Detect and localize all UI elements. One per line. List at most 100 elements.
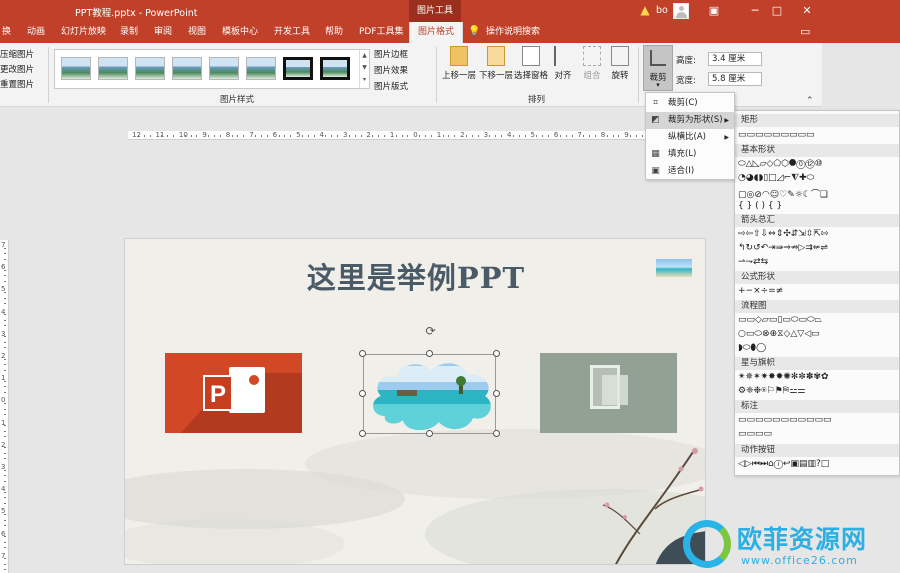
tab-record[interactable]: 录制 bbox=[120, 22, 138, 43]
gallery-scroll[interactable]: ▲ ▼ ▾ bbox=[359, 50, 369, 88]
resize-handle[interactable] bbox=[359, 430, 366, 437]
resize-handle[interactable] bbox=[493, 430, 500, 437]
powerpoint-logo-picture[interactable]: P bbox=[165, 353, 302, 433]
tab-animations[interactable]: 动画 bbox=[27, 22, 45, 43]
tab-pdf-tools[interactable]: PDF工具集 bbox=[359, 22, 404, 43]
style-thumb[interactable] bbox=[172, 57, 202, 80]
ruler-tick bbox=[4, 430, 6, 432]
crop-button[interactable]: 裁剪 ▾ bbox=[643, 45, 673, 91]
ruler-label: 6 bbox=[553, 131, 559, 139]
shape-row[interactable]: ◁▷⏮⏭⌂ⓘ↩▣▤▥?□ bbox=[738, 459, 898, 470]
section-flowchart: 流程图 bbox=[735, 300, 899, 313]
picture-layout-button[interactable]: 图片版式 bbox=[374, 80, 408, 92]
resize-handle[interactable] bbox=[426, 430, 433, 437]
ruler-tick bbox=[313, 135, 315, 137]
vertical-ruler[interactable]: 765432101234567 bbox=[0, 240, 9, 573]
picture-effects-button[interactable]: 图片效果 bbox=[374, 64, 408, 76]
menu-item-crop[interactable]: ⌗ 裁剪(C) bbox=[646, 95, 734, 112]
width-field[interactable]: 5.8 厘米 bbox=[708, 72, 762, 86]
shape-row[interactable]: ▭▭▭▭▭▭▭▭▭▭▭ bbox=[738, 415, 898, 426]
picture-border-button[interactable]: 图片边框 bbox=[374, 48, 408, 60]
menu-item-aspect-ratio[interactable]: 纵横比(A) ▶ bbox=[646, 129, 734, 146]
collapse-ribbon-icon[interactable]: ⌃ bbox=[806, 96, 814, 106]
resize-handle[interactable] bbox=[493, 390, 500, 397]
shape-row[interactable]: { } ( ) { } bbox=[738, 201, 898, 212]
cloud-cropped-beach-picture[interactable] bbox=[367, 356, 496, 432]
shape-row[interactable]: ▭▭◇▱▭▯▭⬭▭⬭⏢ bbox=[738, 315, 898, 326]
section-stars-banners: 星与旗帜 bbox=[735, 357, 899, 370]
avatar[interactable] bbox=[673, 3, 689, 19]
selection-pane-button[interactable]: 选择窗格 bbox=[514, 46, 548, 81]
ruler-label: 8 bbox=[225, 131, 231, 139]
style-thumb[interactable] bbox=[98, 57, 128, 80]
shape-row[interactable]: ○▭⬭⊗⊕⧖◇△▽◁▭ bbox=[738, 329, 898, 340]
shape-row[interactable]: ⚙❈❉⍟⚐⚑⛿⚍⚌ bbox=[738, 386, 898, 397]
shape-row[interactable]: ⇨⇦⇧⇩⇔⇕✣⇵⇲⇳⇱⇰ bbox=[738, 229, 898, 240]
style-thumb[interactable] bbox=[209, 57, 239, 80]
shape-row[interactable]: +−×÷=≠ bbox=[738, 286, 898, 297]
picture-styles-gallery[interactable]: ▲ ▼ ▾ bbox=[54, 49, 370, 89]
send-backward-button[interactable]: 下移一层 bbox=[478, 46, 514, 81]
shape-row[interactable]: ▭▭▭▭ bbox=[738, 429, 898, 440]
tab-transitions[interactable]: 换 bbox=[2, 22, 11, 43]
menu-item-crop-to-shape[interactable]: ◩ 裁剪为形状(S) ▶ bbox=[646, 112, 734, 129]
tab-slideshow[interactable]: 幻灯片放映 bbox=[61, 22, 106, 43]
style-thumb[interactable] bbox=[320, 57, 350, 80]
ruler-tick bbox=[4, 347, 6, 349]
resize-handle[interactable] bbox=[359, 350, 366, 357]
ruler-tick bbox=[149, 135, 151, 137]
tab-review[interactable]: 审阅 bbox=[154, 22, 172, 43]
tab-template-center[interactable]: 模板中心 bbox=[222, 22, 258, 43]
resize-handle[interactable] bbox=[426, 350, 433, 357]
style-thumb[interactable] bbox=[283, 57, 313, 80]
reset-picture-button[interactable]: 重置图片 bbox=[0, 78, 34, 90]
tell-me-search[interactable]: 操作说明搜索 bbox=[486, 22, 540, 43]
shape-row[interactable]: ⬭△◺▱◇⬠⬡⯃⓪⑫⑩ bbox=[738, 159, 898, 170]
ruler-tick bbox=[4, 258, 6, 260]
ruler-tick bbox=[407, 135, 409, 137]
shapes-gallery: 矩形 ▭▭▭▭▭▭▭▭▭ 基本形状 ⬭△◺▱◇⬠⬡⯃⓪⑫⑩ ◔◕◖◗▯□◿⌐⧨✚… bbox=[734, 110, 900, 476]
maximize-button[interactable]: □ bbox=[761, 0, 793, 22]
small-beach-picture[interactable] bbox=[656, 259, 692, 277]
comment-icon[interactable]: ▭ bbox=[800, 25, 810, 38]
ribbon-display-icon[interactable]: ▣ bbox=[698, 0, 730, 22]
shape-row[interactable]: ◔◕◖◗▯□◿⌐⧨✚⬭ bbox=[738, 173, 898, 184]
fill-icon: ▦ bbox=[651, 149, 660, 159]
menu-item-fit[interactable]: ▣ 适合(I) bbox=[646, 163, 734, 180]
warning-icon[interactable]: ▲ bbox=[638, 3, 652, 17]
tab-view[interactable]: 视图 bbox=[188, 22, 206, 43]
powerpoint-p-icon: P bbox=[203, 375, 233, 411]
shape-row[interactable]: ▢◎⊘◠☺♡✎☼☾⌒❏ bbox=[738, 187, 898, 200]
slide-canvas[interactable]: 这里是举例PPT P ⟳ bbox=[124, 238, 706, 565]
change-picture-button[interactable]: 更改图片 bbox=[0, 63, 34, 75]
style-thumb[interactable] bbox=[61, 57, 91, 80]
shape-row[interactable]: ↰↻↺↶⇥⇛⇒⇏▷⇉⇍⇌ bbox=[738, 243, 898, 254]
resize-handle[interactable] bbox=[359, 390, 366, 397]
tab-help[interactable]: 帮助 bbox=[325, 22, 343, 43]
style-thumb[interactable] bbox=[246, 57, 276, 80]
user-name[interactable]: bo bbox=[656, 5, 668, 16]
send-backward-label: 下移一层 bbox=[478, 71, 513, 81]
shape-row[interactable]: ⇀⇁⇄⇆ bbox=[738, 257, 898, 268]
faded-logo-picture[interactable] bbox=[540, 353, 677, 433]
ruler-tick bbox=[4, 469, 6, 471]
tab-developer[interactable]: 开发工具 bbox=[274, 22, 310, 43]
align-button[interactable]: 对齐 bbox=[552, 46, 574, 81]
menu-item-fill[interactable]: ▦ 填充(L) bbox=[646, 146, 734, 163]
style-thumb[interactable] bbox=[135, 57, 165, 80]
rotate-button[interactable]: 旋转 bbox=[609, 46, 631, 81]
close-button[interactable]: ✕ bbox=[791, 0, 823, 22]
rotate-handle-icon[interactable]: ⟳ bbox=[424, 325, 437, 338]
ruler-tick bbox=[4, 336, 6, 338]
shape-row[interactable]: ◗⬭⬮◯ bbox=[738, 343, 898, 354]
shape-row[interactable]: ▭▭▭▭▭▭▭▭▭ bbox=[738, 130, 898, 141]
tab-picture-format[interactable]: 图片格式 bbox=[409, 22, 464, 43]
slide-title[interactable]: 这里是举例PPT bbox=[125, 255, 705, 297]
resize-handle[interactable] bbox=[493, 350, 500, 357]
shape-row[interactable]: ✴✵✶✷✸✹✺✻✼✽✾✿ bbox=[738, 372, 898, 383]
height-field[interactable]: 3.4 厘米 bbox=[708, 52, 762, 66]
compress-pictures-button[interactable]: 压缩图片 bbox=[0, 48, 34, 60]
bring-forward-button[interactable]: 上移一层 bbox=[441, 46, 477, 81]
group-button[interactable]: 组合 bbox=[581, 46, 603, 81]
horizontal-ruler[interactable]: 1211109876543210123456789101112 bbox=[128, 131, 714, 140]
